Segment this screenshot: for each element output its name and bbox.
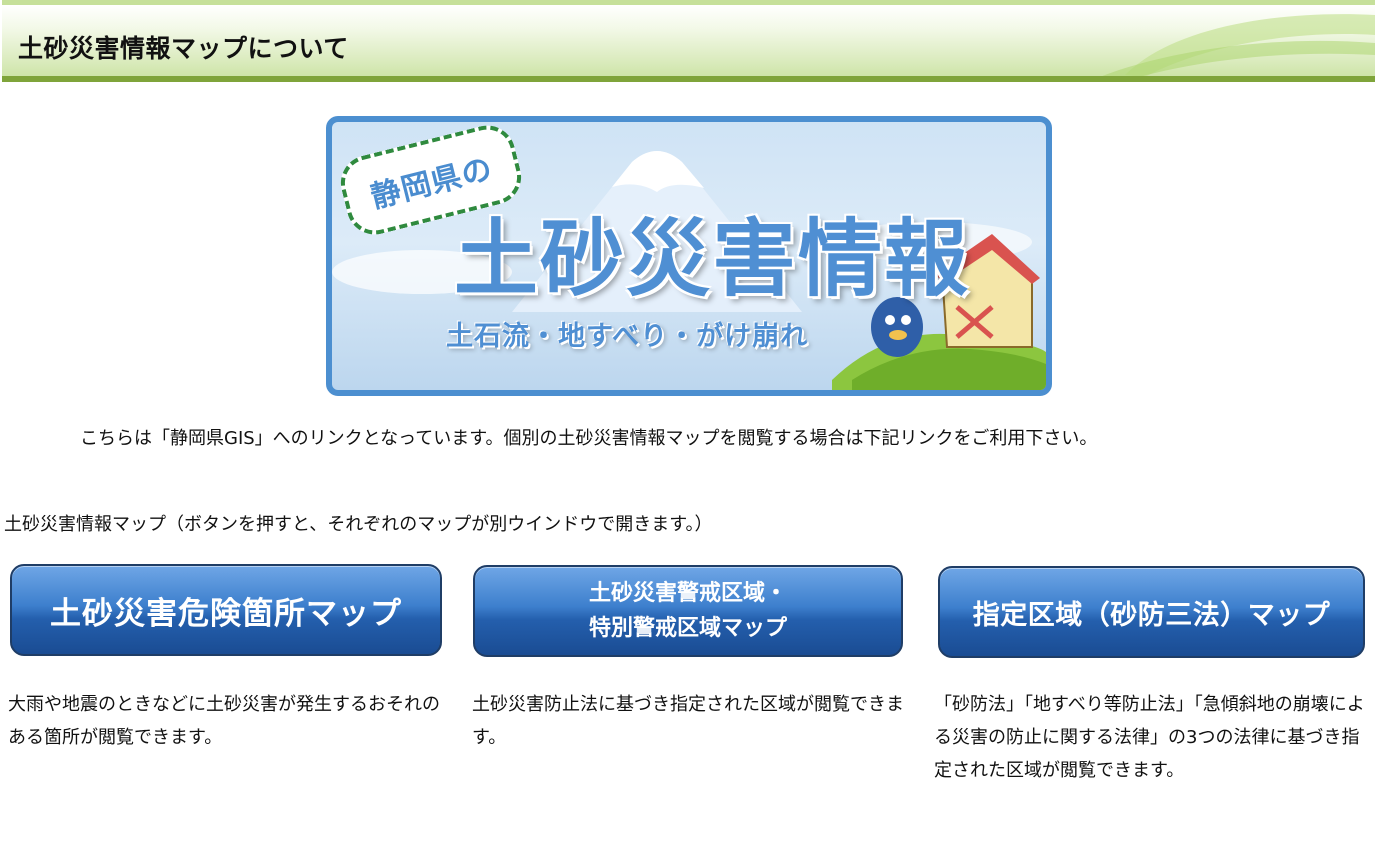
page-header: 土砂災害情報マップについて	[2, 0, 1375, 82]
warning-zone-map-button[interactable]: 土砂災害警戒区域・ 特別警戒区域マップ	[473, 565, 903, 657]
banner-subtitle: 土石流・地すべり・がけ崩れ	[446, 321, 809, 352]
designated-zone-map-description: 「砂防法」「地すべり等防止法」「急傾斜地の崩壊による災害の防止に関する法律」の3…	[934, 694, 1365, 781]
warning-zone-map-button-label-line2: 特別警戒区域マップ	[588, 616, 787, 641]
sediment-disaster-banner: 静岡県の 土砂災害情報 土石流・地すべり・がけ崩れ	[326, 116, 1052, 396]
map-section-label: 土砂災害情報マップ（ボタンを押すと、それぞれのマップが別ウインドウで開きます。）	[4, 514, 713, 535]
designated-zone-map-button[interactable]: 指定区域（砂防三法）マップ	[938, 566, 1365, 658]
hazard-area-map-description: 大雨や地震のときなどに土砂災害が発生するおそれのある箇所が閲覧できます。	[8, 694, 440, 748]
designated-zone-map-button-label: 指定区域（砂防三法）マップ	[972, 599, 1331, 631]
header-swoosh-decoration	[1085, 5, 1375, 81]
page: 土砂災害情報マップについて 静岡県の 土砂災害情報 土石流・地すべり・がけ崩れ …	[0, 0, 1378, 856]
hazard-area-map-button[interactable]: 土砂災害危険箇所マップ	[10, 564, 442, 656]
page-title: 土砂災害情報マップについて	[18, 34, 349, 63]
hazard-area-map-button-label: 土砂災害危険箇所マップ	[50, 595, 402, 632]
warning-zone-map-button-label-line1: 土砂災害警戒区域・	[588, 581, 787, 606]
warning-zone-map-description: 土砂災害防止法に基づき指定された区域が閲覧できます。	[472, 694, 904, 748]
intro-text: こちらは「静岡県GIS」へのリンクとなっています。個別の土砂災害情報マップを閲覧…	[80, 428, 1098, 449]
banner-title: 土砂災害情報	[453, 210, 970, 308]
